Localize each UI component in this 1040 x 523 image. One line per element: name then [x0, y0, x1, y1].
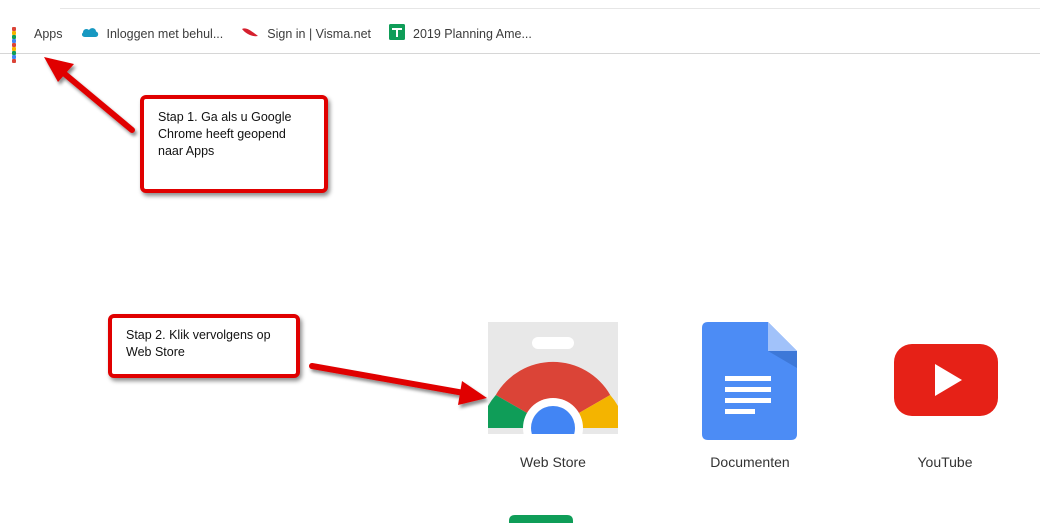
step2-callout: Stap 2. Klik vervolgens op Web Store: [108, 314, 300, 378]
app-label-webstore: Web Store: [520, 454, 586, 470]
chrome-web-store-icon: [488, 322, 618, 434]
youtube-icon: [894, 344, 998, 416]
apps-grid-icon: [12, 26, 26, 63]
bookmark-planning[interactable]: 2019 Planning Ame...: [389, 24, 532, 43]
step1-callout: Stap 1. Ga als u Google Chrome heeft geo…: [140, 95, 328, 193]
bookmark-planning-label: 2019 Planning Ame...: [413, 26, 532, 41]
app-tile-webstore[interactable]: Web Store: [488, 316, 618, 470]
bookmark-inloggen[interactable]: Inloggen met behul...: [81, 26, 224, 41]
omnibox-bottom-edge: [60, 8, 1040, 9]
arrow-to-apps: [44, 57, 135, 133]
bookmark-inloggen-label: Inloggen met behul...: [106, 26, 224, 41]
bookmarks-bar: Apps Inloggen met behul... Sign in | Vis…: [0, 14, 1040, 63]
bookmark-apps-label: Apps: [34, 26, 63, 41]
step1-text: Stap 1. Ga als u Google Chrome heeft geo…: [158, 110, 292, 158]
bookmark-visma[interactable]: Sign in | Visma.net: [241, 26, 371, 41]
cloud-icon: [81, 26, 99, 41]
step2-text: Stap 2. Klik vervolgens op Web Store: [126, 328, 271, 359]
visma-icon: [241, 26, 259, 41]
app-tile-docs[interactable]: Documenten: [685, 316, 815, 470]
sheets-icon: [389, 24, 406, 43]
app-tile-youtube[interactable]: YouTube: [880, 316, 1010, 470]
app-label-docs: Documenten: [710, 454, 790, 470]
arrow-to-webstore: [309, 363, 487, 405]
bookmark-apps[interactable]: Apps: [12, 26, 63, 63]
next-row-app-icon-partial[interactable]: [503, 513, 583, 523]
bookmark-visma-label: Sign in | Visma.net: [267, 26, 372, 41]
google-docs-icon: [702, 322, 797, 440]
app-label-youtube: YouTube: [917, 454, 973, 470]
